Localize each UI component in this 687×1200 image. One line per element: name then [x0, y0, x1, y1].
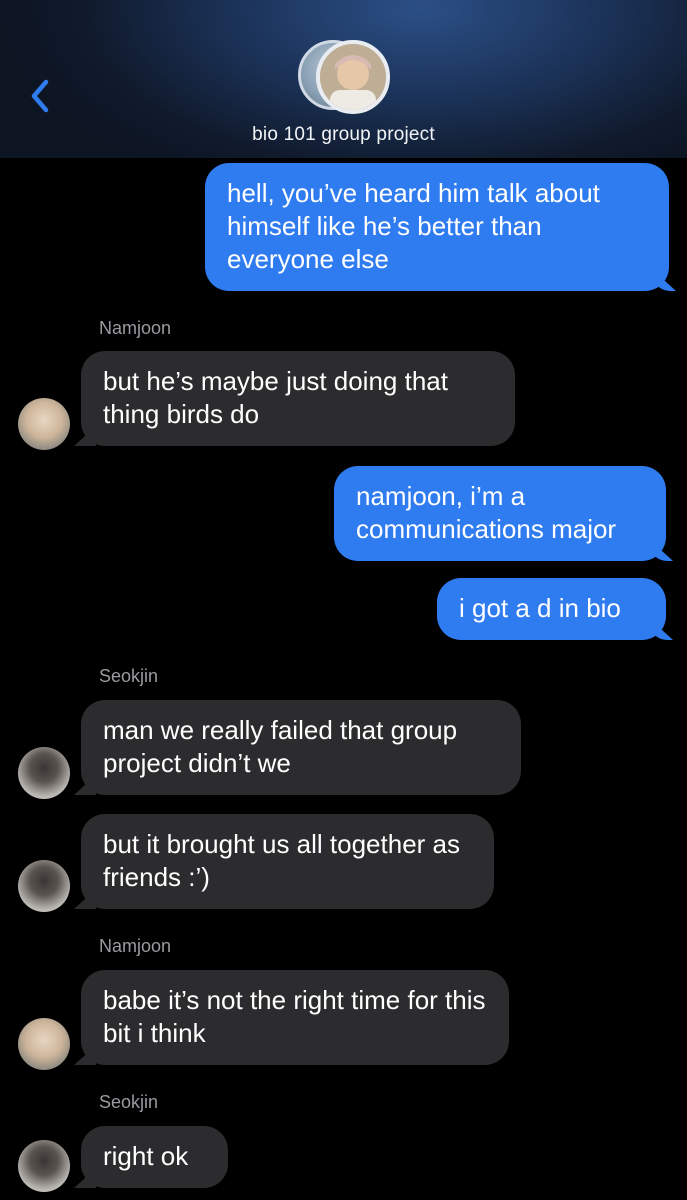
message-text: hell, you’ve heard him talk about himsel…	[227, 178, 600, 274]
message-text: man we really failed that group project …	[103, 715, 458, 778]
message-bubble-outgoing[interactable]: i got a d in bio	[437, 578, 666, 640]
group-avatar[interactable]	[298, 40, 392, 114]
message-text: but it brought us all together as friend…	[103, 829, 461, 892]
message-bubble-incoming[interactable]: but he’s maybe just doing that thing bir…	[81, 351, 515, 446]
sender-name: Seokjin	[99, 666, 159, 686]
message-text: namjoon, i’m a communications major	[356, 481, 617, 544]
avatar[interactable]	[18, 860, 70, 912]
message-bubble-outgoing[interactable]: namjoon, i’m a communications major	[334, 466, 666, 561]
message-text: right ok	[103, 1141, 189, 1171]
message-bubble-incoming[interactable]: but it brought us all together as friend…	[81, 814, 494, 909]
avatar	[316, 40, 390, 114]
chevron-left-icon	[31, 79, 49, 113]
message-text: i got a d in bio	[459, 593, 621, 623]
message-bubble-incoming[interactable]: babe it’s not the right time for this bi…	[81, 970, 509, 1065]
sender-name: Seokjin	[99, 1092, 159, 1112]
avatar[interactable]	[18, 1140, 70, 1192]
chat-header: bio 101 group project	[0, 0, 687, 158]
group-title[interactable]: bio 101 group project	[0, 124, 687, 146]
message-text: but he’s maybe just doing that thing bir…	[103, 366, 448, 429]
avatar[interactable]	[18, 398, 70, 450]
sender-name: Namjoon	[99, 936, 172, 956]
message-bubble-incoming[interactable]: right ok	[81, 1126, 228, 1188]
message-bubble-outgoing[interactable]: hell, you’ve heard him talk about himsel…	[205, 163, 669, 291]
avatar[interactable]	[18, 747, 70, 799]
sender-name: Namjoon	[99, 318, 172, 338]
message-text: babe it’s not the right time for this bi…	[103, 985, 486, 1048]
message-bubble-incoming[interactable]: man we really failed that group project …	[81, 700, 521, 795]
back-button[interactable]	[22, 74, 62, 118]
avatar[interactable]	[18, 1018, 70, 1070]
